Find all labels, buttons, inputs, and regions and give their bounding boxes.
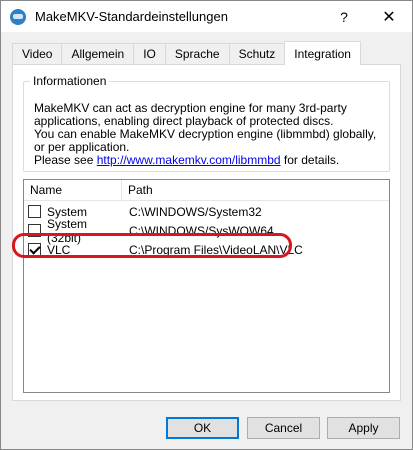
list-row-name-cell: VLC bbox=[24, 243, 123, 257]
application-list[interactable]: Name Path System C:\WINDOWS/System32 Sys… bbox=[23, 179, 390, 393]
row-name: System (32bit) bbox=[47, 216, 88, 245]
column-header-name[interactable]: Name bbox=[24, 179, 122, 201]
info-line-2: You can enable MakeMKV decryption engine… bbox=[34, 127, 377, 154]
makemkv-app-icon bbox=[10, 8, 26, 25]
cancel-button[interactable]: Cancel bbox=[247, 417, 320, 439]
tab-bar: Video Allgemein IO Sprache Schutz Integr… bbox=[12, 41, 361, 65]
apply-button[interactable]: Apply bbox=[327, 417, 400, 439]
tab-schutz[interactable]: Schutz bbox=[228, 43, 286, 64]
system-checkbox[interactable] bbox=[28, 205, 41, 218]
help-button[interactable]: ? bbox=[321, 1, 367, 32]
tab-io[interactable]: IO bbox=[133, 43, 166, 64]
info-text: MakeMKV can act as decryption engine for… bbox=[34, 102, 384, 167]
row-path: C:\Program Files\VideoLAN\VLC bbox=[129, 242, 303, 257]
integration-panel: Informationen MakeMKV can act as decrypt… bbox=[12, 64, 401, 401]
info-line-3-suffix: for details. bbox=[280, 153, 340, 167]
list-row-vlc[interactable]: VLC C:\Program Files\VideoLAN\VLC bbox=[24, 241, 389, 258]
list-row-name-cell: System (32bit) bbox=[24, 217, 123, 245]
vlc-checkbox[interactable] bbox=[28, 243, 41, 256]
info-group: Informationen MakeMKV can act as decrypt… bbox=[23, 74, 390, 172]
tab-allgemein[interactable]: Allgemein bbox=[61, 43, 135, 64]
window-title: MakeMKV-Standardeinstellungen bbox=[35, 9, 228, 24]
ok-button[interactable]: OK bbox=[166, 417, 239, 439]
title-bar: MakeMKV-Standardeinstellungen ? ✕ bbox=[1, 1, 412, 32]
settings-dialog: MakeMKV-Standardeinstellungen ? ✕ Video … bbox=[0, 0, 413, 450]
tab-integration[interactable]: Integration bbox=[284, 41, 361, 65]
info-line-1: MakeMKV can act as decryption engine for… bbox=[34, 101, 347, 128]
list-row-system-32bit[interactable]: System (32bit) C:\WINDOWS/SysWOW64 bbox=[24, 217, 389, 245]
tab-sprache[interactable]: Sprache bbox=[164, 43, 230, 64]
column-header-path[interactable]: Path bbox=[122, 183, 153, 197]
close-button[interactable]: ✕ bbox=[366, 1, 412, 32]
info-group-title: Informationen bbox=[30, 74, 110, 88]
list-header: Name Path bbox=[24, 179, 389, 201]
row-name: VLC bbox=[47, 242, 71, 257]
info-line-3: Please see http://www.makemkv.com/libmmb… bbox=[34, 154, 384, 167]
system-32bit-checkbox[interactable] bbox=[28, 224, 41, 237]
tab-video[interactable]: Video bbox=[12, 43, 63, 64]
info-line-3-prefix: Please see bbox=[34, 153, 97, 167]
libmmbd-link[interactable]: http://www.makemkv.com/libmmbd bbox=[97, 153, 281, 167]
row-path: C:\WINDOWS/SysWOW64 bbox=[129, 223, 274, 238]
row-path: C:\WINDOWS/System32 bbox=[129, 204, 262, 219]
